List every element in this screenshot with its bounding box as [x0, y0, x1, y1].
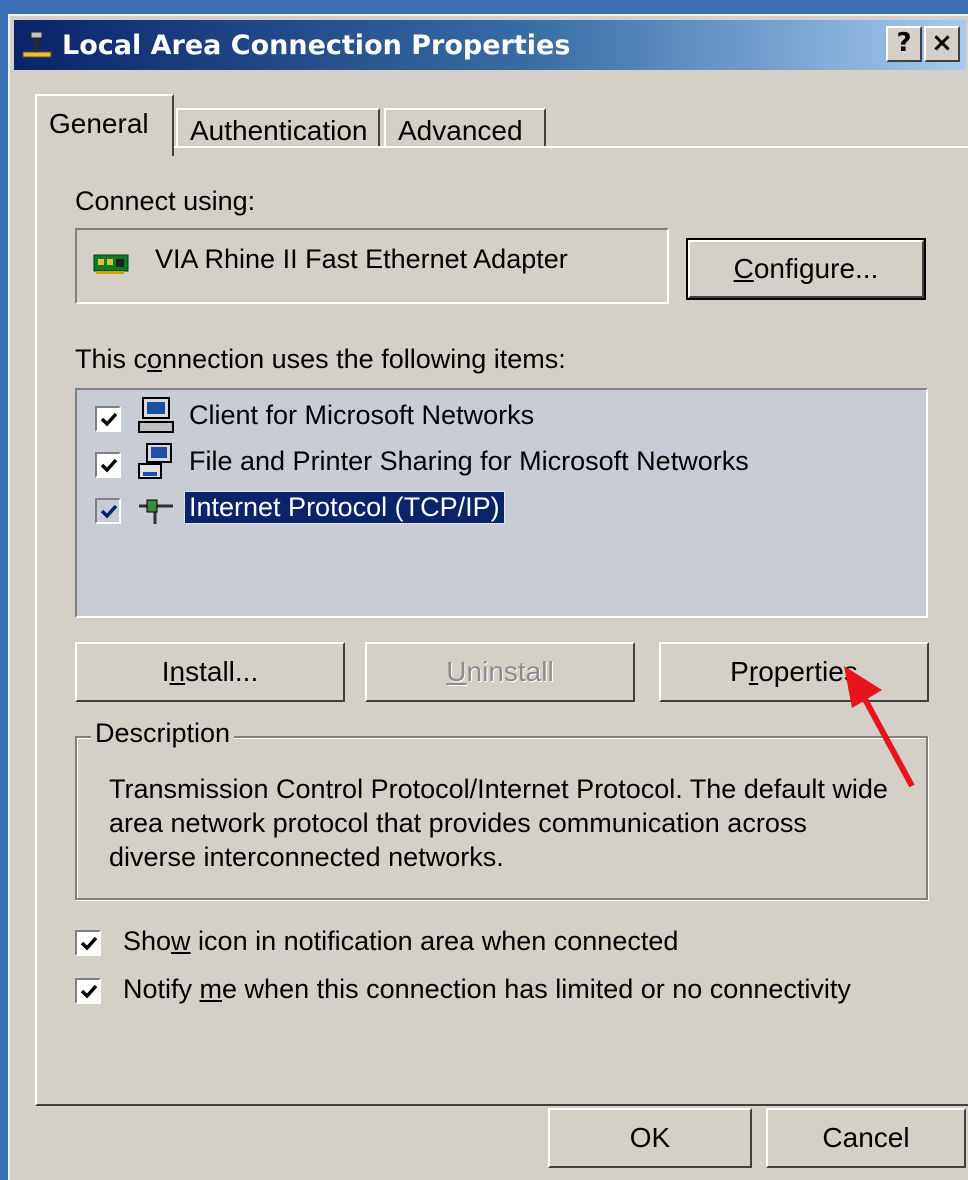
- cancel-button[interactable]: Cancel: [766, 1108, 966, 1168]
- adapter-name: VIA Rhine II Fast Ethernet Adapter: [155, 244, 568, 274]
- show-icon-label-pre: Sho: [123, 926, 172, 956]
- items-label-mnemonic: o: [147, 344, 163, 374]
- close-button[interactable]: ×: [924, 26, 960, 62]
- items-label-pre: This c: [75, 344, 148, 374]
- network-protocol-icon: [139, 499, 173, 524]
- list-item-selected[interactable]: Internet Protocol (TCP/IP): [77, 488, 917, 532]
- help-button[interactable]: ?: [886, 26, 922, 62]
- properties-label-pre: P: [730, 656, 749, 687]
- item-label: File and Printer Sharing for Microsoft N…: [189, 446, 749, 476]
- connect-using-label: Connect using:: [75, 186, 256, 216]
- desktop-background: { "window": { "title": "Local Area Conne…: [0, 0, 968, 1180]
- notify-label-post: e when this connection has limited or no…: [222, 974, 851, 1004]
- configure-label-mnemonic: C: [733, 253, 754, 284]
- install-button[interactable]: Install...: [75, 642, 345, 702]
- uninstall-label-post: ninstall: [466, 656, 554, 687]
- install-label-mnemonic: n: [169, 656, 186, 687]
- file-printer-sharing-icon: [138, 443, 172, 479]
- ok-button[interactable]: OK: [548, 1108, 752, 1168]
- item-checkbox[interactable]: [95, 406, 121, 432]
- install-label-post: stall...: [185, 656, 259, 687]
- tab-general[interactable]: General: [35, 94, 174, 156]
- description-text: Transmission Control Protocol/Internet P…: [109, 774, 888, 872]
- item-label: Client for Microsoft Networks: [189, 400, 535, 430]
- checkmark-icon: [80, 936, 98, 951]
- adapter-box: VIA Rhine II Fast Ethernet Adapter: [75, 228, 669, 304]
- items-label-post: nnection uses the following items:: [162, 344, 566, 374]
- properties-dialog: Local Area Connection Properties ? × Gen…: [8, 14, 968, 1180]
- network-client-icon: [138, 397, 174, 433]
- checkmark-icon: [100, 458, 118, 473]
- notify-limited-checkbox[interactable]: [75, 978, 101, 1004]
- annotation-arrow-icon: [844, 666, 915, 788]
- checkmark-icon: [80, 984, 98, 999]
- list-item[interactable]: Client for Microsoft Networks: [77, 396, 917, 440]
- configure-label-post: onfigure...: [753, 253, 879, 284]
- item-checkbox[interactable]: [95, 498, 121, 524]
- install-label-pre: I: [161, 656, 170, 687]
- list-item[interactable]: File and Printer Sharing for Microsoft N…: [77, 442, 917, 486]
- show-icon-label: Show icon in notification area when conn…: [123, 926, 678, 957]
- description-groupbox: Description Transmission Control Protoco…: [75, 718, 928, 900]
- title-bar[interactable]: Local Area Connection Properties ? ×: [14, 20, 966, 70]
- item-checkbox[interactable]: [95, 452, 121, 478]
- notify-limited-label: Notify me when this connection has limit…: [123, 974, 851, 1005]
- checkmark-icon: [100, 504, 118, 519]
- uninstall-button[interactable]: Uninstall: [365, 642, 635, 702]
- show-icon-label-post: icon in notification area when connected: [190, 926, 679, 956]
- option-show-icon[interactable]: Show icon in notification area when conn…: [75, 926, 935, 962]
- network-adapter-icon: [93, 254, 129, 274]
- notify-label-pre: Notify: [123, 974, 200, 1004]
- notify-label-mnemonic: m: [199, 974, 223, 1004]
- uninstall-label-mnemonic: U: [446, 656, 467, 687]
- components-list[interactable]: Client for Microsoft Networks File and P…: [75, 388, 928, 618]
- checkmark-icon: [100, 412, 118, 427]
- item-label: Internet Protocol (TCP/IP): [184, 491, 505, 524]
- window-title: Local Area Connection Properties: [62, 30, 571, 61]
- configure-button[interactable]: Configure...: [686, 238, 926, 300]
- general-tab-panel: Connect using: VIA Rhine II Fast Etherne…: [35, 146, 968, 1106]
- items-label: This connection uses the following items…: [75, 344, 566, 375]
- show-icon-label-mnemonic: w: [171, 926, 191, 956]
- show-icon-checkbox[interactable]: [75, 930, 101, 956]
- description-legend: Description: [91, 718, 235, 749]
- network-connection-icon: [22, 31, 52, 58]
- properties-label-mnemonic: r: [748, 656, 759, 687]
- option-notify-limited[interactable]: Notify me when this connection has limit…: [75, 974, 935, 1010]
